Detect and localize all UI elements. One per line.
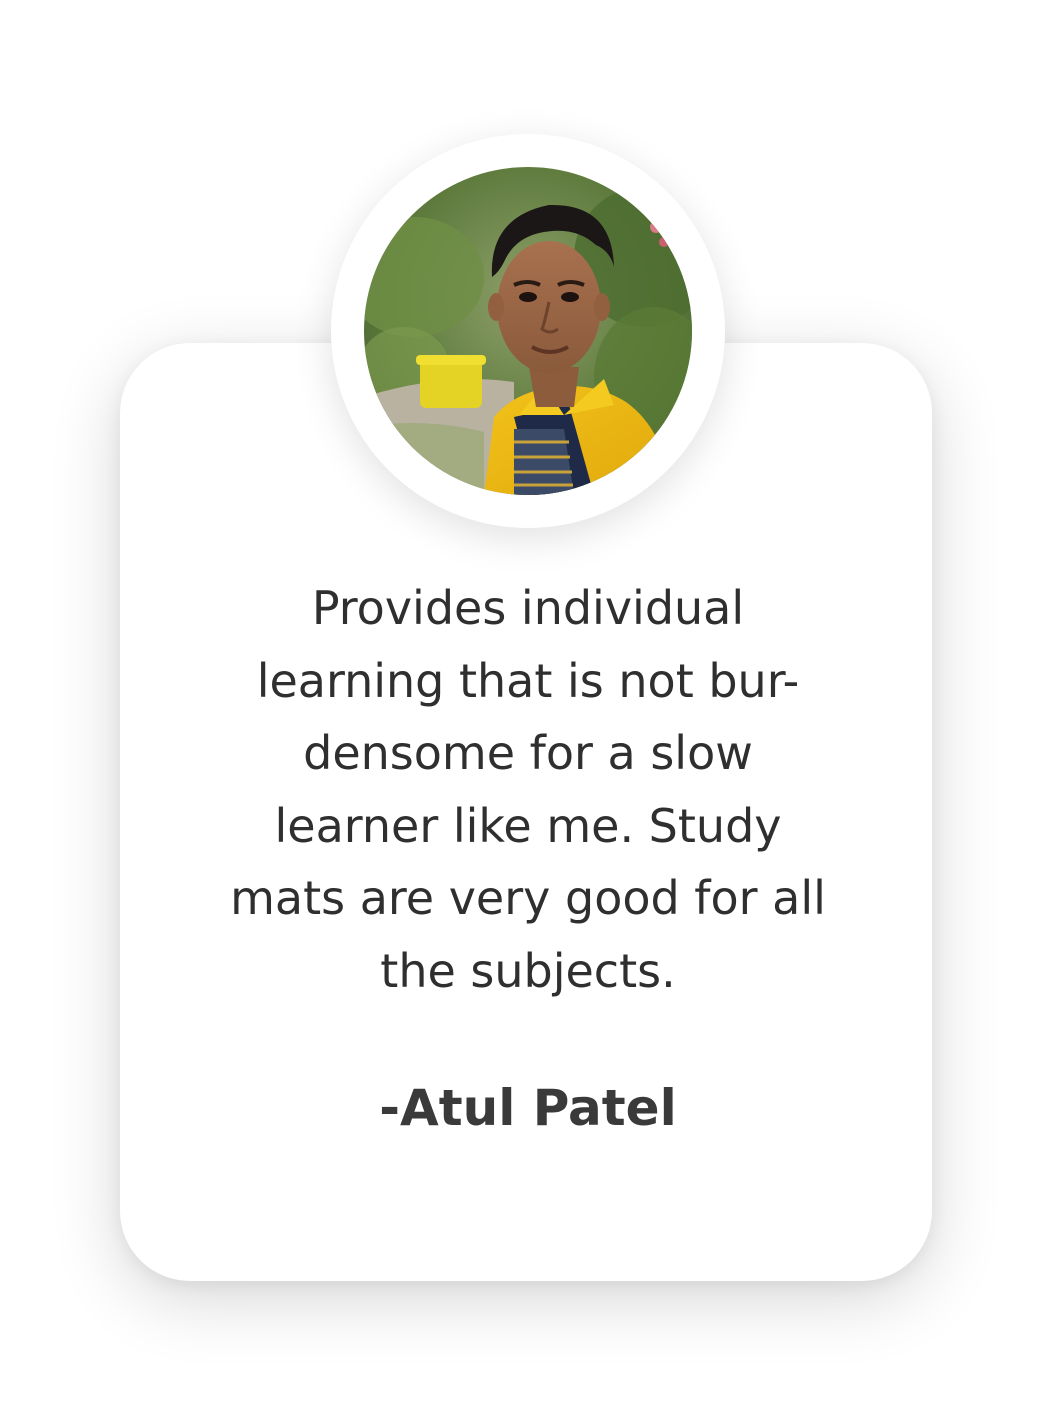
avatar: [364, 167, 692, 495]
quote-line: densome for a slow: [303, 726, 753, 781]
quote-line: Provides individual: [311, 581, 745, 635]
quote-line: mats are very good for all: [230, 871, 826, 926]
quote-line: learning that is not bur-: [256, 653, 800, 708]
testimonial-stage: Provides individual learning that is not…: [0, 0, 1050, 1412]
student-photo-icon: [364, 167, 692, 495]
testimonial-quote: Provides individual learning that is not…: [200, 572, 856, 1008]
quote-line: learner like me. Study: [274, 798, 782, 853]
quote-line: the subjects.: [380, 943, 676, 998]
author-name: -Atul Patel: [379, 1079, 677, 1137]
